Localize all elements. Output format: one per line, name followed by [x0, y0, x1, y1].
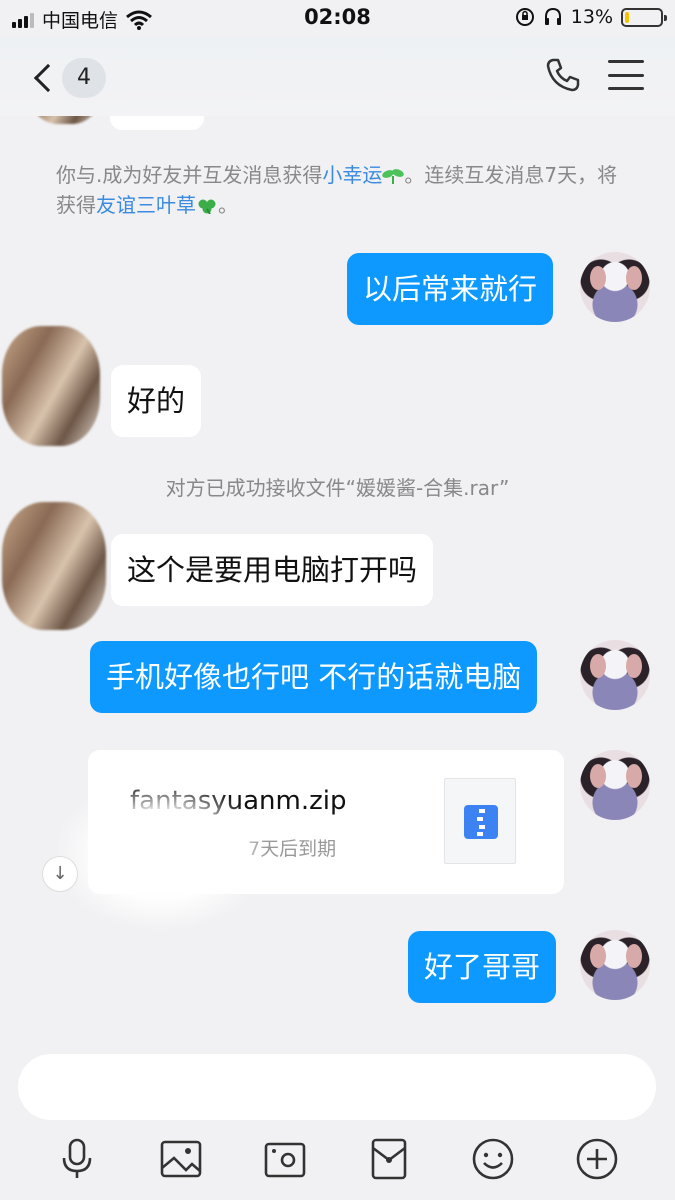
download-arrow-icon[interactable]: ↓ [42, 856, 78, 892]
lucky-link[interactable]: 小幸运 [322, 163, 382, 187]
contact-avatar[interactable] [2, 326, 100, 446]
contact-avatar[interactable] [2, 502, 106, 630]
plus-icon[interactable] [574, 1136, 620, 1182]
composer [0, 1040, 675, 1200]
camera-icon[interactable] [262, 1136, 308, 1182]
phone-call-icon[interactable] [544, 56, 582, 94]
message-input[interactable] [18, 1054, 656, 1120]
message-list[interactable]: 你与.成为好友并互发消息获得小幸运 。连续互发消息7天，将获得友谊三叶草。 以后常… [0, 116, 675, 1040]
self-avatar[interactable] [580, 252, 650, 322]
battery-percent: 13% [570, 6, 613, 28]
status-bar: 中国电信 02:08 13% [0, 0, 675, 38]
friendship-clover-link[interactable]: 友谊三叶草 [96, 193, 196, 217]
clover-icon [198, 199, 216, 214]
battery-icon [621, 7, 667, 27]
rotation-lock-icon [515, 8, 534, 26]
self-avatar[interactable] [580, 930, 650, 1000]
microphone-icon[interactable] [54, 1136, 100, 1182]
red-packet-icon[interactable] [366, 1136, 412, 1182]
system-notice: 你与.成为好友并互发消息获得小幸运 。连续互发消息7天，将获得友谊三叶草。 [56, 163, 618, 217]
file-received-notice: 对方已成功接收文件“媛媛酱-合集.rar” [165, 476, 510, 500]
message-bubble-received[interactable]: 这个是要用电脑打开吗 [111, 534, 434, 606]
sprout-icon [382, 169, 405, 184]
headphones-icon [544, 7, 561, 25]
image-icon[interactable] [158, 1136, 204, 1182]
chat-header: 4 [0, 38, 675, 116]
emoji-icon[interactable] [470, 1136, 516, 1182]
unread-count-badge: 4 [62, 58, 106, 98]
zip-file-icon [444, 778, 516, 864]
message-bubble-received[interactable]: 好的 [111, 365, 202, 437]
message-bubble-sent[interactable]: 手机好像也行吧 不行的话就电脑 [90, 641, 538, 713]
redaction-smudge [56, 780, 266, 930]
chevron-left-icon [33, 63, 63, 93]
self-avatar[interactable] [580, 640, 650, 710]
message-bubble-sent[interactable]: 好了哥哥 [408, 931, 557, 1003]
back-button[interactable]: 4 [30, 58, 106, 98]
contact-avatar[interactable] [30, 116, 100, 124]
menu-icon[interactable] [608, 58, 644, 92]
self-avatar[interactable] [580, 750, 650, 820]
message-bubble-received[interactable] [110, 116, 204, 130]
message-bubble-sent[interactable]: 以后常来就行 [347, 253, 554, 325]
